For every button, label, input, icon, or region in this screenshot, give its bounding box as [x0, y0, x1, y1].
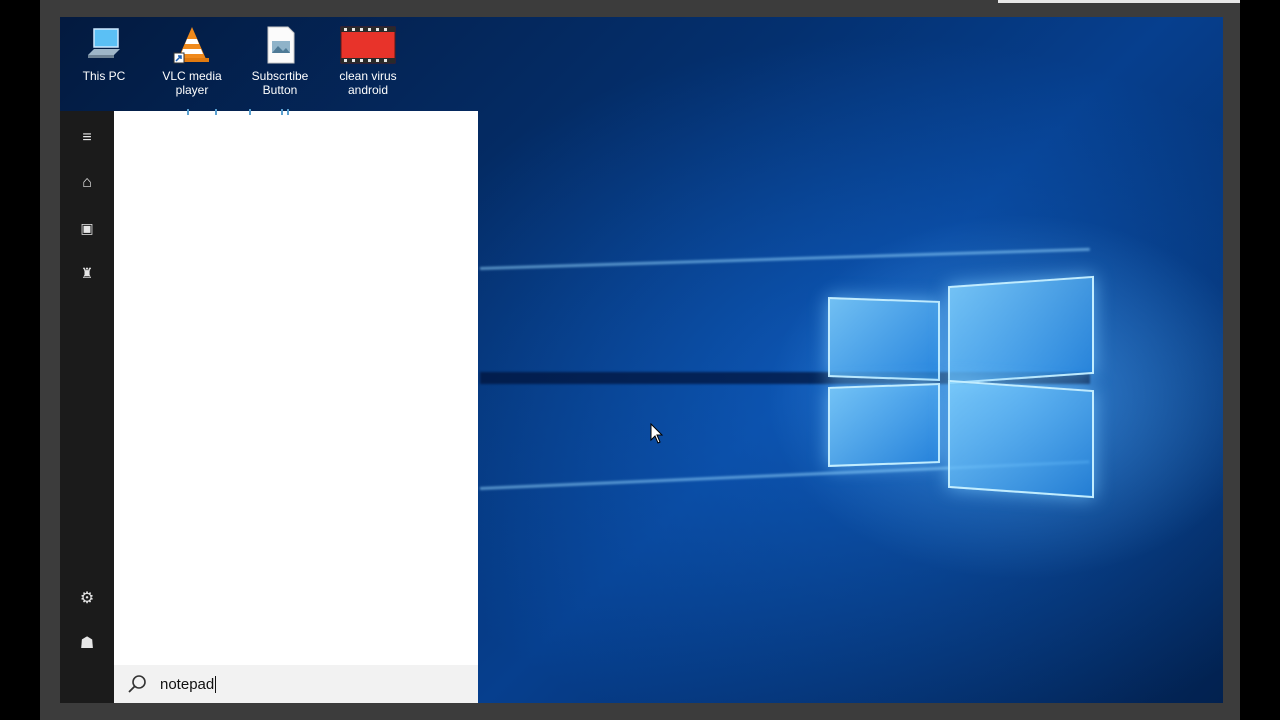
feedback-icon[interactable]: ☗: [74, 630, 100, 656]
windows-logo-pane-tl: [828, 297, 940, 381]
wallpaper-beam: [479, 247, 1090, 270]
search-icon: [126, 673, 148, 695]
tower-icon[interactable]: ♜: [74, 260, 100, 286]
text-caret: [215, 675, 217, 693]
home-icon[interactable]: ⌂: [74, 170, 100, 196]
menu-icon[interactable]: ≡: [74, 125, 100, 151]
render-artifact: [187, 109, 289, 115]
desktop[interactable]: This PC VLC media player Subscrtibe Butt…: [60, 17, 1223, 703]
documents-icon[interactable]: ▣: [74, 215, 100, 241]
windows-logo-pane-br: [948, 379, 1094, 499]
desktop-icon-label: VLC media player: [162, 69, 222, 97]
mouse-cursor-icon: [650, 423, 664, 444]
computer-icon: [84, 25, 124, 65]
desktop-icon-area: This PC VLC media player Subscrtibe Butt…: [60, 17, 480, 111]
desktop-icon-this-pc[interactable]: This PC: [60, 25, 148, 83]
desktop-icon-clean-virus[interactable]: clean virus android: [324, 25, 412, 97]
settings-gear-icon[interactable]: ⚙: [74, 585, 100, 611]
image-file-icon: [260, 25, 300, 65]
vlc-cone-icon: [172, 25, 212, 65]
start-menu-rail: ≡ ⌂ ▣ ♜ ⚙ ☗: [60, 111, 114, 703]
desktop-icon-label: clean virus android: [339, 69, 397, 97]
search-input[interactable]: notepad: [160, 676, 214, 693]
desktop-icon-label: This PC: [82, 69, 126, 83]
windows-logo-pane-tr: [948, 275, 1094, 385]
frame-highlight: [998, 0, 1240, 3]
desktop-icon-label: Subscrtibe Button: [251, 69, 309, 97]
search-box[interactable]: notepad: [114, 665, 478, 703]
desktop-icon-vlc[interactable]: VLC media player: [148, 25, 236, 97]
desktop-icon-subscribe[interactable]: Subscrtibe Button: [236, 25, 324, 97]
search-results-panel: notepad: [114, 109, 478, 703]
windows-logo-pane-bl: [828, 383, 940, 467]
video-file-icon: [340, 25, 396, 65]
